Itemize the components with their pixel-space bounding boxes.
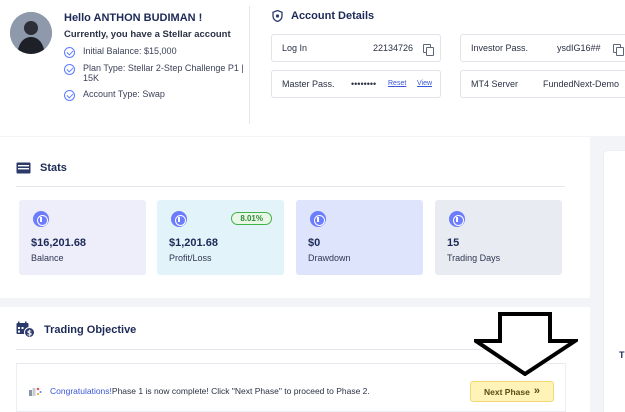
login-value: 22134726 (373, 43, 414, 53)
investor-pass-field: Investor Pass. ysdIG16## (460, 34, 625, 62)
login-field: Log In 22134726 (271, 34, 441, 62)
double-chevron-right-icon: » (533, 385, 540, 397)
trading-days-label: Trading Days (447, 253, 501, 263)
initial-balance-item: Initial Balance: $15,000 (64, 46, 177, 58)
view-link[interactable]: View (417, 80, 432, 87)
trading-days-card: 15 Trading Days (435, 200, 562, 275)
trading-days-value: 15 (447, 237, 460, 249)
stats-panel: Stats $16,201.68 Balance 8.01% $1,201.68… (0, 137, 590, 298)
account-details-header: Account Details (272, 10, 374, 22)
drawdown-card: $0 Drawdown (296, 200, 423, 275)
account-type-item: Account Type: Swap (64, 89, 165, 101)
divider (16, 186, 565, 187)
balance-card: $16,201.68 Balance (19, 200, 146, 275)
profit-loss-label: Profit/Loss (169, 253, 212, 263)
shield-icon (272, 10, 283, 22)
phase-complete-message: Congratulations!Phase 1 is now complete!… (50, 386, 370, 396)
plan-type-item: Plan Type: Stellar 2-Step Challenge P1 |… (64, 63, 244, 83)
dollar-coin-icon (33, 211, 49, 227)
profit-loss-card: 8.01% $1,201.68 Profit/Loss (157, 200, 284, 275)
next-phase-button[interactable]: Next Phase » (470, 381, 554, 402)
balance-value: $16,201.68 (31, 237, 87, 249)
dollar-coin-icon (310, 211, 326, 227)
master-pass-field: Master Pass. •••••••• Reset View (271, 70, 441, 98)
calendar-dollar-icon: $ (16, 321, 35, 338)
wallet-icon (16, 162, 31, 174)
divider (249, 6, 250, 124)
balance-label: Balance (31, 253, 64, 263)
investor-pass-value: ysdIG16## (557, 43, 601, 53)
stats-title: Stats (40, 162, 67, 174)
side-panel (604, 151, 625, 412)
check-circle-icon (64, 47, 75, 58)
avatar (10, 12, 52, 54)
trading-objective-title: Trading Objective (44, 323, 137, 336)
mt4-server-value: FundedNext-Demo (543, 79, 620, 89)
profit-percent-badge: 8.01% (231, 212, 272, 225)
check-circle-icon (64, 90, 75, 101)
svg-text:$: $ (27, 328, 32, 337)
celebration-icon (29, 387, 42, 396)
down-arrow-annotation-icon (474, 312, 578, 376)
dollar-coin-icon (171, 211, 187, 227)
copy-icon[interactable] (423, 44, 434, 56)
trading-objective-header: $ Trading Objective (16, 321, 136, 338)
mt4-server-field: MT4 Server FundedNext-Demo (460, 70, 625, 98)
stats-header: Stats (16, 162, 67, 174)
drawdown-label: Drawdown (308, 253, 351, 263)
greeting: Hello ANTHON BUDIMAN ! (64, 12, 203, 24)
phase-message-text: Phase 1 is now complete! Click "Next Pha… (111, 386, 370, 396)
account-status-text: Currently, you have a Stellar account (64, 29, 231, 40)
profit-loss-value: $1,201.68 (169, 237, 218, 249)
side-panel-title: T (619, 350, 625, 360)
dollar-coin-icon (449, 211, 465, 227)
copy-icon[interactable] (613, 44, 624, 56)
account-details-title: Account Details (291, 10, 375, 22)
check-circle-icon (64, 64, 75, 75)
reset-link[interactable]: Reset (388, 80, 406, 87)
congrats-text: Congratulations! (50, 386, 112, 396)
account-overview-panel: Hello ANTHON BUDIMAN ! Currently, you ha… (0, 0, 625, 136)
drawdown-value: $0 (308, 237, 321, 249)
master-pass-value: •••••••• (351, 79, 377, 89)
